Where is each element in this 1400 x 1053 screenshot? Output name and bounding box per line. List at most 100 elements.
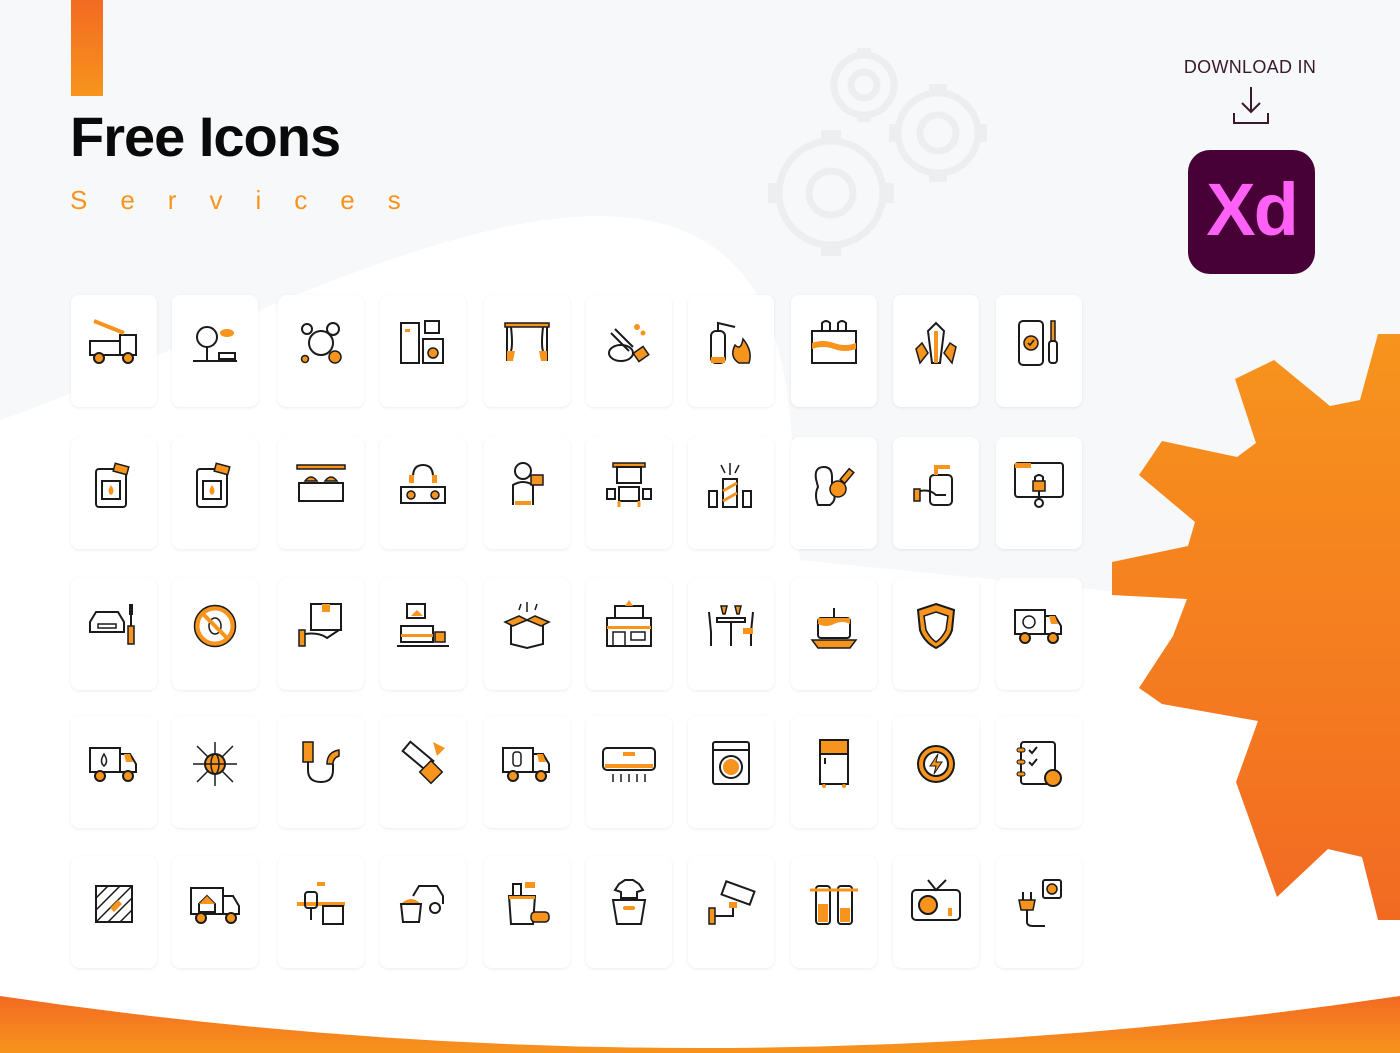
home-appliances-icon — [400, 320, 444, 364]
power-plug-icon — [1018, 879, 1062, 927]
birthday-cake-icon — [810, 608, 858, 649]
icon-card[interactable] — [996, 716, 1082, 828]
icon-card[interactable] — [791, 716, 877, 828]
security-camera-icon — [708, 880, 756, 925]
icon-card[interactable] — [688, 578, 774, 690]
park-icon — [193, 326, 237, 362]
icon-card[interactable] — [71, 856, 157, 968]
fireworks-icon — [708, 463, 752, 508]
washing-machine-icon — [712, 741, 750, 785]
bedroom-icon — [397, 603, 449, 647]
fuel-canister-icon — [196, 462, 231, 508]
icon-card[interactable] — [484, 578, 570, 690]
icon-card[interactable] — [278, 856, 364, 968]
icon-card[interactable] — [172, 578, 258, 690]
schedule-checklist-icon — [1016, 741, 1062, 787]
icon-card[interactable] — [791, 578, 877, 690]
phone-repair-icon — [1018, 320, 1058, 366]
water-delivery-truck-icon — [89, 747, 137, 782]
web-security-icon — [1014, 462, 1064, 508]
shop-icon — [606, 600, 652, 647]
cleaning-supplies-icon — [507, 882, 550, 925]
global-network-icon — [193, 742, 237, 786]
icon-card[interactable] — [996, 295, 1082, 407]
icon-card[interactable] — [586, 716, 672, 828]
icon-card[interactable] — [893, 578, 979, 690]
pet-grooming-icon — [814, 465, 855, 506]
icon-card[interactable] — [688, 295, 774, 407]
package-delivery-icon — [298, 603, 342, 647]
parquet-floor-icon — [95, 885, 133, 923]
icon-card[interactable] — [172, 716, 258, 828]
dj-mixer-icon — [400, 463, 446, 504]
tow-truck-icon — [89, 319, 137, 364]
icon-card[interactable] — [586, 437, 672, 549]
plumbing-pipe-icon — [302, 741, 340, 784]
icon-card[interactable] — [996, 437, 1082, 549]
gas-delivery-truck-icon — [502, 747, 550, 782]
restaurant-table-icon — [708, 605, 754, 646]
catering-buffet-icon — [296, 464, 346, 502]
icon-card[interactable] — [893, 716, 979, 828]
water-filter-icon — [810, 885, 858, 925]
icon-card[interactable] — [380, 437, 466, 549]
surprise-box-icon — [503, 602, 551, 650]
icon-card[interactable] — [278, 295, 364, 407]
icon-card[interactable] — [791, 295, 877, 407]
icon-card[interactable] — [484, 295, 570, 407]
tiling-tools-icon — [401, 740, 445, 785]
icon-card[interactable] — [71, 578, 157, 690]
icon-card[interactable] — [484, 437, 570, 549]
power-settings-icon — [917, 745, 955, 783]
oil-canister-icon — [95, 462, 130, 508]
shield-icon — [916, 602, 956, 650]
icon-card[interactable] — [586, 578, 672, 690]
icon-card[interactable] — [172, 856, 258, 968]
icon-card[interactable] — [380, 578, 466, 690]
icon-card[interactable] — [586, 856, 672, 968]
icon-card[interactable] — [380, 716, 466, 828]
icon-card[interactable] — [71, 437, 157, 549]
car-repair-icon — [89, 604, 135, 645]
icon-card[interactable] — [688, 716, 774, 828]
icon-card[interactable] — [586, 295, 672, 407]
icon-card[interactable] — [791, 437, 877, 549]
icon-card[interactable] — [996, 856, 1082, 968]
icon-card[interactable] — [484, 716, 570, 828]
icon-card[interactable] — [278, 716, 364, 828]
icon-card[interactable] — [893, 437, 979, 549]
icon-card[interactable] — [893, 295, 979, 407]
icon-card[interactable] — [380, 856, 466, 968]
icon-card[interactable] — [172, 295, 258, 407]
icon-card[interactable] — [172, 437, 258, 549]
car-wash-icon — [399, 885, 444, 923]
soap-bubbles-icon — [300, 322, 342, 364]
hand-washing-icon — [608, 324, 650, 363]
photographer-icon — [512, 462, 544, 505]
icon-card[interactable] — [484, 856, 570, 968]
icon-card[interactable] — [996, 578, 1082, 690]
icon-card[interactable] — [71, 716, 157, 828]
pest-control-icon — [193, 604, 237, 648]
icon-card[interactable] — [688, 437, 774, 549]
laundry-basket-icon — [611, 879, 647, 925]
swimming-pool-icon — [811, 320, 857, 364]
icon-card[interactable] — [893, 856, 979, 968]
office-desk-icon — [297, 882, 345, 925]
icon-card[interactable] — [71, 295, 157, 407]
fire-extinguisher-icon — [710, 321, 751, 364]
air-conditioner-icon — [602, 747, 656, 782]
hand-soap-icon — [913, 465, 953, 506]
refrigerator-icon — [819, 739, 849, 788]
meeting-room-icon — [606, 462, 652, 507]
icon-card[interactable] — [278, 437, 364, 549]
icon-card[interactable] — [278, 578, 364, 690]
icon-card[interactable] — [791, 856, 877, 968]
icon-card[interactable] — [688, 856, 774, 968]
icon-grid — [0, 0, 1400, 1053]
moving-truck-icon — [190, 887, 240, 924]
icon-card[interactable] — [380, 295, 466, 407]
crystals-icon — [915, 321, 957, 365]
flower-delivery-truck-icon — [1014, 609, 1062, 644]
television-icon — [911, 879, 961, 921]
